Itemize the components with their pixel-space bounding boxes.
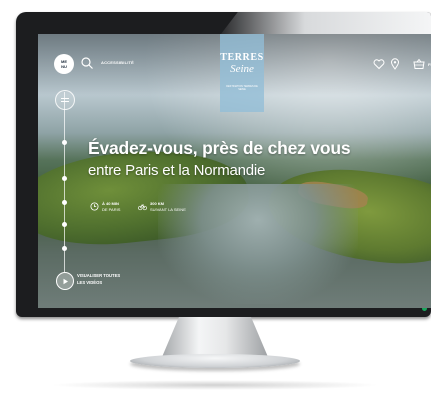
monitor-stand-base: [130, 354, 300, 368]
stat-detail: SUIVANT LA SEINE: [150, 206, 186, 212]
monitor-frame: ME NU ACCESSIBILITÉ TERRES Seine DESTINA…: [16, 12, 431, 317]
timeline-dot[interactable]: [62, 222, 67, 227]
stat-value: À 40 MIN: [102, 201, 119, 206]
logo-tagline: DESTINATION TERRES DE SEINE: [226, 85, 258, 91]
site-logo[interactable]: TERRES Seine DESTINATION TERRES DE SEINE: [220, 34, 264, 112]
timeline-track: [64, 92, 65, 272]
timeline-dot[interactable]: [62, 176, 67, 181]
search-icon[interactable]: [80, 56, 94, 70]
logo-subtitle: Seine: [230, 63, 254, 75]
timeline-dot[interactable]: [62, 200, 67, 205]
accessibility-link[interactable]: ACCESSIBILITÉ: [101, 60, 134, 65]
monitor-stand-neck: [162, 317, 268, 357]
map-pin-icon[interactable]: [390, 58, 400, 70]
heart-icon[interactable]: [373, 58, 385, 70]
timeline-handle[interactable]: [55, 90, 75, 110]
video-label-line2: LES VIDÉOS: [77, 280, 103, 285]
play-icon: [63, 278, 68, 284]
basket-icon[interactable]: [413, 58, 425, 70]
hero-river: [158, 184, 358, 304]
stat-distance-km: 300 KM SUIVANT LA SEINE: [138, 201, 186, 212]
stat-distance-time: À 40 MIN DE PARIS: [90, 201, 120, 212]
stat-detail: DE PARIS: [102, 206, 121, 212]
view-all-videos-link[interactable]: VISUALISER TOUTES LES VIDÉOS: [77, 272, 127, 286]
monitor-glare: [221, 12, 431, 34]
video-label-line1: VISUALISER TOUTES: [77, 273, 121, 278]
play-videos-button[interactable]: [56, 272, 74, 290]
hero-title: Évadez-vous, près de chez vous: [88, 138, 351, 158]
monitor-shadow: [50, 380, 380, 390]
hero-subtitle: entre Paris et la Normandie: [88, 162, 266, 179]
menu-label-line2: NU: [61, 64, 67, 69]
timeline-dot[interactable]: [62, 140, 67, 145]
menu-button[interactable]: ME NU: [54, 54, 74, 74]
bike-icon: [138, 204, 147, 211]
timeline-dot[interactable]: [62, 246, 67, 251]
clock-icon: [90, 202, 99, 211]
website-screen: ME NU ACCESSIBILITÉ TERRES Seine DESTINA…: [38, 34, 431, 308]
logo-title: TERRES: [220, 52, 264, 63]
